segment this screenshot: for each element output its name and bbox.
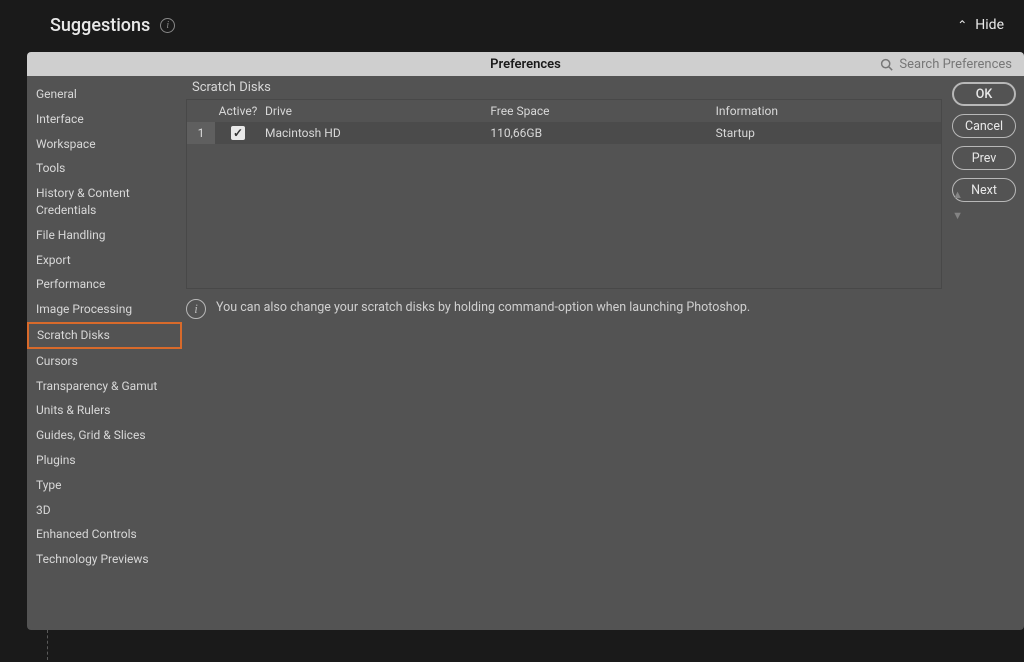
search-preferences[interactable]: Search Preferences — [880, 57, 1012, 72]
sidebar-item-enhanced-controls[interactable]: Enhanced Controls — [27, 522, 182, 547]
arrow-up-icon[interactable]: ▲ — [952, 188, 963, 201]
sidebar-item-plugins[interactable]: Plugins — [27, 448, 182, 473]
search-icon — [880, 58, 893, 71]
sidebar-item-interface[interactable]: Interface — [27, 107, 182, 132]
sidebar-item-tools[interactable]: Tools — [27, 156, 182, 181]
chevron-up-icon: ⌃ — [957, 18, 967, 32]
sidebar-item-history-content-credentials[interactable]: History & Content Credentials — [27, 181, 182, 223]
row-info: Startup — [716, 126, 941, 140]
preferences-sidebar: GeneralInterfaceWorkspaceToolsHistory & … — [27, 76, 182, 630]
table-row[interactable]: 1 ✓ Macintosh HD110,66GBStartup — [187, 122, 941, 144]
sidebar-item-export[interactable]: Export — [27, 248, 182, 273]
col-free: Free Space — [490, 104, 715, 118]
active-checkbox[interactable]: ✓ — [231, 126, 245, 140]
sidebar-item-performance[interactable]: Performance — [27, 272, 182, 297]
sidebar-item-cursors[interactable]: Cursors — [27, 349, 182, 374]
sidebar-item-units-rulers[interactable]: Units & Rulers — [27, 398, 182, 423]
sidebar-item-3d[interactable]: 3D — [27, 498, 182, 523]
panel-title: Scratch Disks — [192, 80, 942, 95]
suggestions-title: Suggestions — [50, 15, 150, 36]
hint-text: You can also change your scratch disks b… — [216, 299, 750, 317]
row-number: 1 — [187, 122, 215, 144]
col-drive: Drive — [261, 104, 490, 118]
sidebar-item-image-processing[interactable]: Image Processing — [27, 297, 182, 322]
sidebar-item-guides-grid-slices[interactable]: Guides, Grid & Slices — [27, 423, 182, 448]
cancel-button[interactable]: Cancel — [952, 114, 1016, 138]
hide-button[interactable]: ⌃ Hide — [957, 17, 1004, 33]
scratch-disks-table: Active? Drive Free Space Information 1 ✓ M… — [186, 99, 942, 289]
ok-button[interactable]: OK — [952, 82, 1016, 106]
info-icon[interactable]: i — [160, 18, 175, 33]
sidebar-item-transparency-gamut[interactable]: Transparency & Gamut — [27, 374, 182, 399]
sidebar-item-general[interactable]: General — [27, 82, 182, 107]
row-free: 110,66GB — [490, 126, 715, 140]
row-drive: Macintosh HD — [261, 126, 490, 140]
search-placeholder: Search Preferences — [899, 57, 1012, 72]
sidebar-item-scratch-disks[interactable]: Scratch Disks — [27, 322, 182, 349]
sidebar-item-type[interactable]: Type — [27, 473, 182, 498]
dialog-title: Preferences — [490, 57, 561, 72]
prev-button[interactable]: Prev — [952, 146, 1016, 170]
sidebar-item-file-handling[interactable]: File Handling — [27, 223, 182, 248]
info-icon: i — [186, 299, 206, 319]
sidebar-item-technology-previews[interactable]: Technology Previews — [27, 547, 182, 572]
col-info: Information — [716, 104, 941, 118]
hide-label: Hide — [975, 17, 1004, 33]
sidebar-item-workspace[interactable]: Workspace — [27, 132, 182, 157]
arrow-down-icon[interactable]: ▼ — [952, 209, 963, 222]
col-active: Active? — [215, 104, 261, 118]
